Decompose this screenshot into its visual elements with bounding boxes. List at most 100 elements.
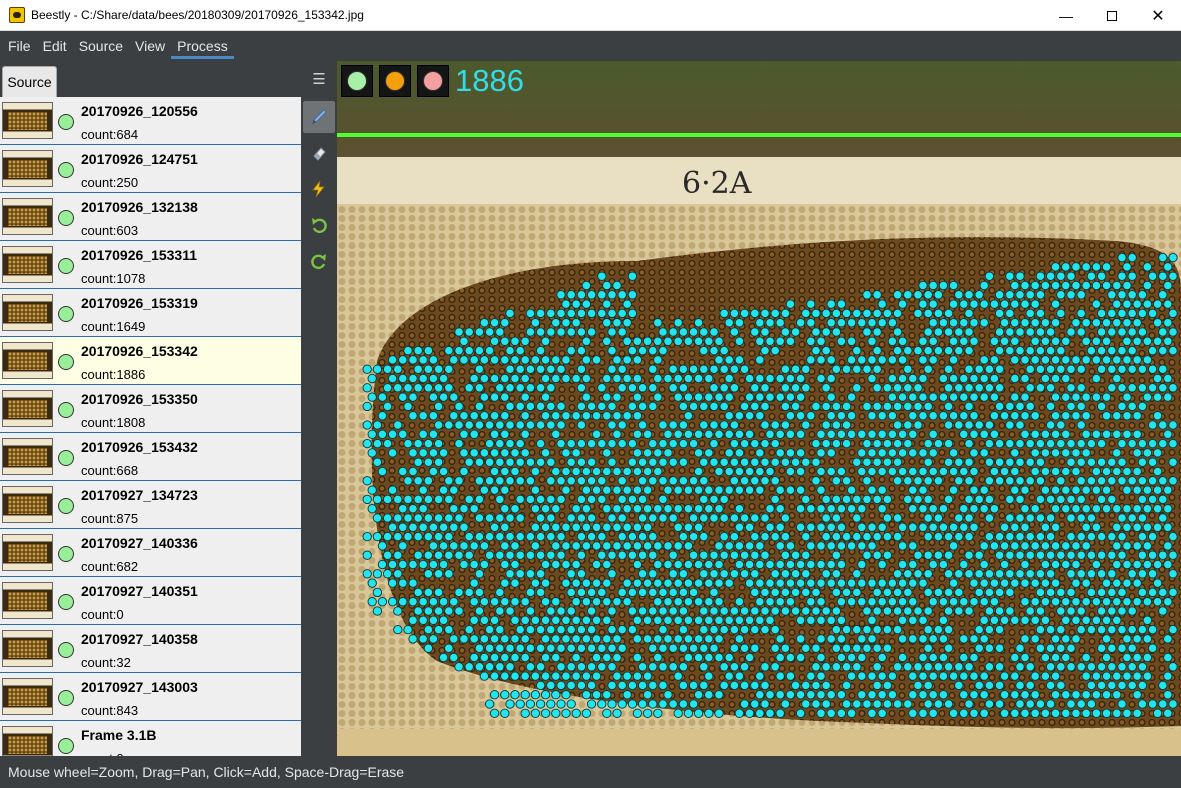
eraser-tool-button[interactable] (303, 137, 335, 169)
cell-marker (1020, 299, 1030, 309)
cell-marker (923, 457, 933, 467)
cell-marker (387, 597, 398, 607)
cell-marker (556, 680, 566, 691)
cell-marker (433, 383, 444, 393)
cell-marker (663, 504, 673, 514)
tab-source[interactable]: Source (2, 66, 57, 97)
cell-marker (663, 429, 673, 439)
cell-marker (948, 485, 959, 495)
cell-marker (576, 364, 587, 374)
source-list-item[interactable]: 20170926_132138 count:603 (0, 193, 301, 241)
cell-marker (1061, 355, 1071, 365)
cell-marker (984, 457, 995, 467)
panel-menu-icon[interactable]: ☰ (310, 71, 328, 89)
minimize-button[interactable]: — (1043, 0, 1089, 31)
cell-marker (673, 708, 683, 718)
cell-marker (938, 615, 949, 625)
cell-marker (673, 522, 683, 532)
cell-marker (821, 699, 831, 709)
cell-marker (699, 531, 709, 542)
cell-marker (964, 383, 974, 393)
source-list-item[interactable]: 20170927_134723 count:875 (0, 481, 301, 529)
cell-marker (530, 318, 541, 328)
cell-marker (1137, 699, 1148, 709)
source-list-item[interactable]: 20170927_140351 count:0 (0, 577, 301, 625)
source-list-item[interactable]: 20170926_120556 count:684 (0, 97, 301, 145)
cell-marker (586, 290, 597, 300)
cell-marker (903, 476, 913, 486)
source-list-item[interactable]: 20170926_153350 count:1808 (0, 385, 301, 433)
menu-file[interactable]: File (2, 31, 37, 61)
source-list-item[interactable]: Frame 3.1Bcount:0 (0, 721, 301, 756)
pink-class-swatch[interactable] (417, 65, 449, 97)
cell-marker (984, 531, 995, 542)
source-list-item[interactable]: 20170926_124751 count:250 (0, 145, 301, 193)
cell-marker (857, 578, 867, 588)
cell-marker (1163, 485, 1173, 495)
cell-marker (908, 448, 918, 458)
menu-source[interactable]: Source (73, 31, 129, 61)
source-list-item[interactable]: 20170927_140336 count:682 (0, 529, 301, 577)
cell-marker (948, 336, 959, 346)
cell-marker (459, 634, 469, 644)
source-list[interactable]: 20170926_120556 count:684 20170926_124751 c… (0, 97, 301, 756)
source-list-item[interactable]: 20170926_153342 count:1886 (0, 337, 301, 385)
cell-marker (877, 597, 887, 607)
cell-marker (811, 457, 821, 467)
source-list-item[interactable]: 20170926_153432 count:668 (0, 433, 301, 481)
undo-button[interactable] (303, 209, 335, 241)
cell-marker (602, 466, 612, 477)
cell-marker (852, 364, 862, 374)
cell-marker (801, 364, 811, 374)
cell-marker (413, 457, 423, 467)
cell-marker (887, 355, 898, 365)
cell-marker (795, 559, 806, 570)
cell-marker (729, 420, 740, 430)
cell-marker (561, 318, 571, 328)
redo-button[interactable] (303, 245, 335, 277)
cell-marker (724, 615, 734, 625)
cell-marker (897, 597, 908, 607)
brush-tool-button[interactable] (303, 101, 335, 133)
cell-marker (1081, 597, 1091, 607)
cell-marker (867, 615, 877, 625)
cell-marker (872, 494, 882, 505)
cell-marker (622, 597, 632, 607)
menu-edit[interactable]: Edit (37, 31, 73, 61)
cell-marker (1101, 634, 1112, 644)
cell-marker (505, 550, 515, 560)
cell-marker (1132, 634, 1142, 644)
cell-marker (627, 624, 638, 635)
cell-marker (1025, 327, 1035, 337)
cell-marker (862, 438, 872, 449)
source-list-item[interactable]: 20170927_143003 count:843 (0, 673, 301, 721)
cell-marker (1050, 597, 1061, 607)
cell-marker (612, 708, 622, 718)
menu-view[interactable]: View (129, 31, 171, 61)
cell-marker (540, 355, 551, 365)
cell-marker (1056, 606, 1066, 616)
cell-marker (943, 606, 954, 616)
cell-marker (1081, 504, 1091, 514)
cell-marker (750, 550, 760, 560)
cell-marker (479, 652, 490, 663)
source-list-item[interactable]: 20170926_153311 count:1078 (0, 241, 301, 289)
cell-marker (714, 485, 724, 495)
orange-class-swatch[interactable] (379, 65, 411, 97)
auto-detect-tool-button[interactable] (303, 173, 335, 205)
menu-process[interactable]: Process (171, 31, 234, 61)
green-class-swatch[interactable] (341, 65, 373, 97)
cell-marker (525, 476, 536, 486)
cell-marker (704, 690, 714, 700)
cell-marker (505, 345, 515, 356)
cell-marker (668, 513, 678, 523)
close-button[interactable]: ✕ (1135, 0, 1181, 31)
image-canvas[interactable]: 6·2A 1886 (337, 61, 1181, 756)
cell-marker (382, 513, 393, 523)
cell-marker (1101, 466, 1112, 477)
source-list-item[interactable]: 20170927_140358 count:32 (0, 625, 301, 673)
source-list-item[interactable]: 20170926_153319 count:1649 (0, 289, 301, 337)
maximize-button[interactable] (1089, 0, 1135, 31)
cell-marker (597, 476, 607, 486)
status-indicator (58, 546, 74, 562)
